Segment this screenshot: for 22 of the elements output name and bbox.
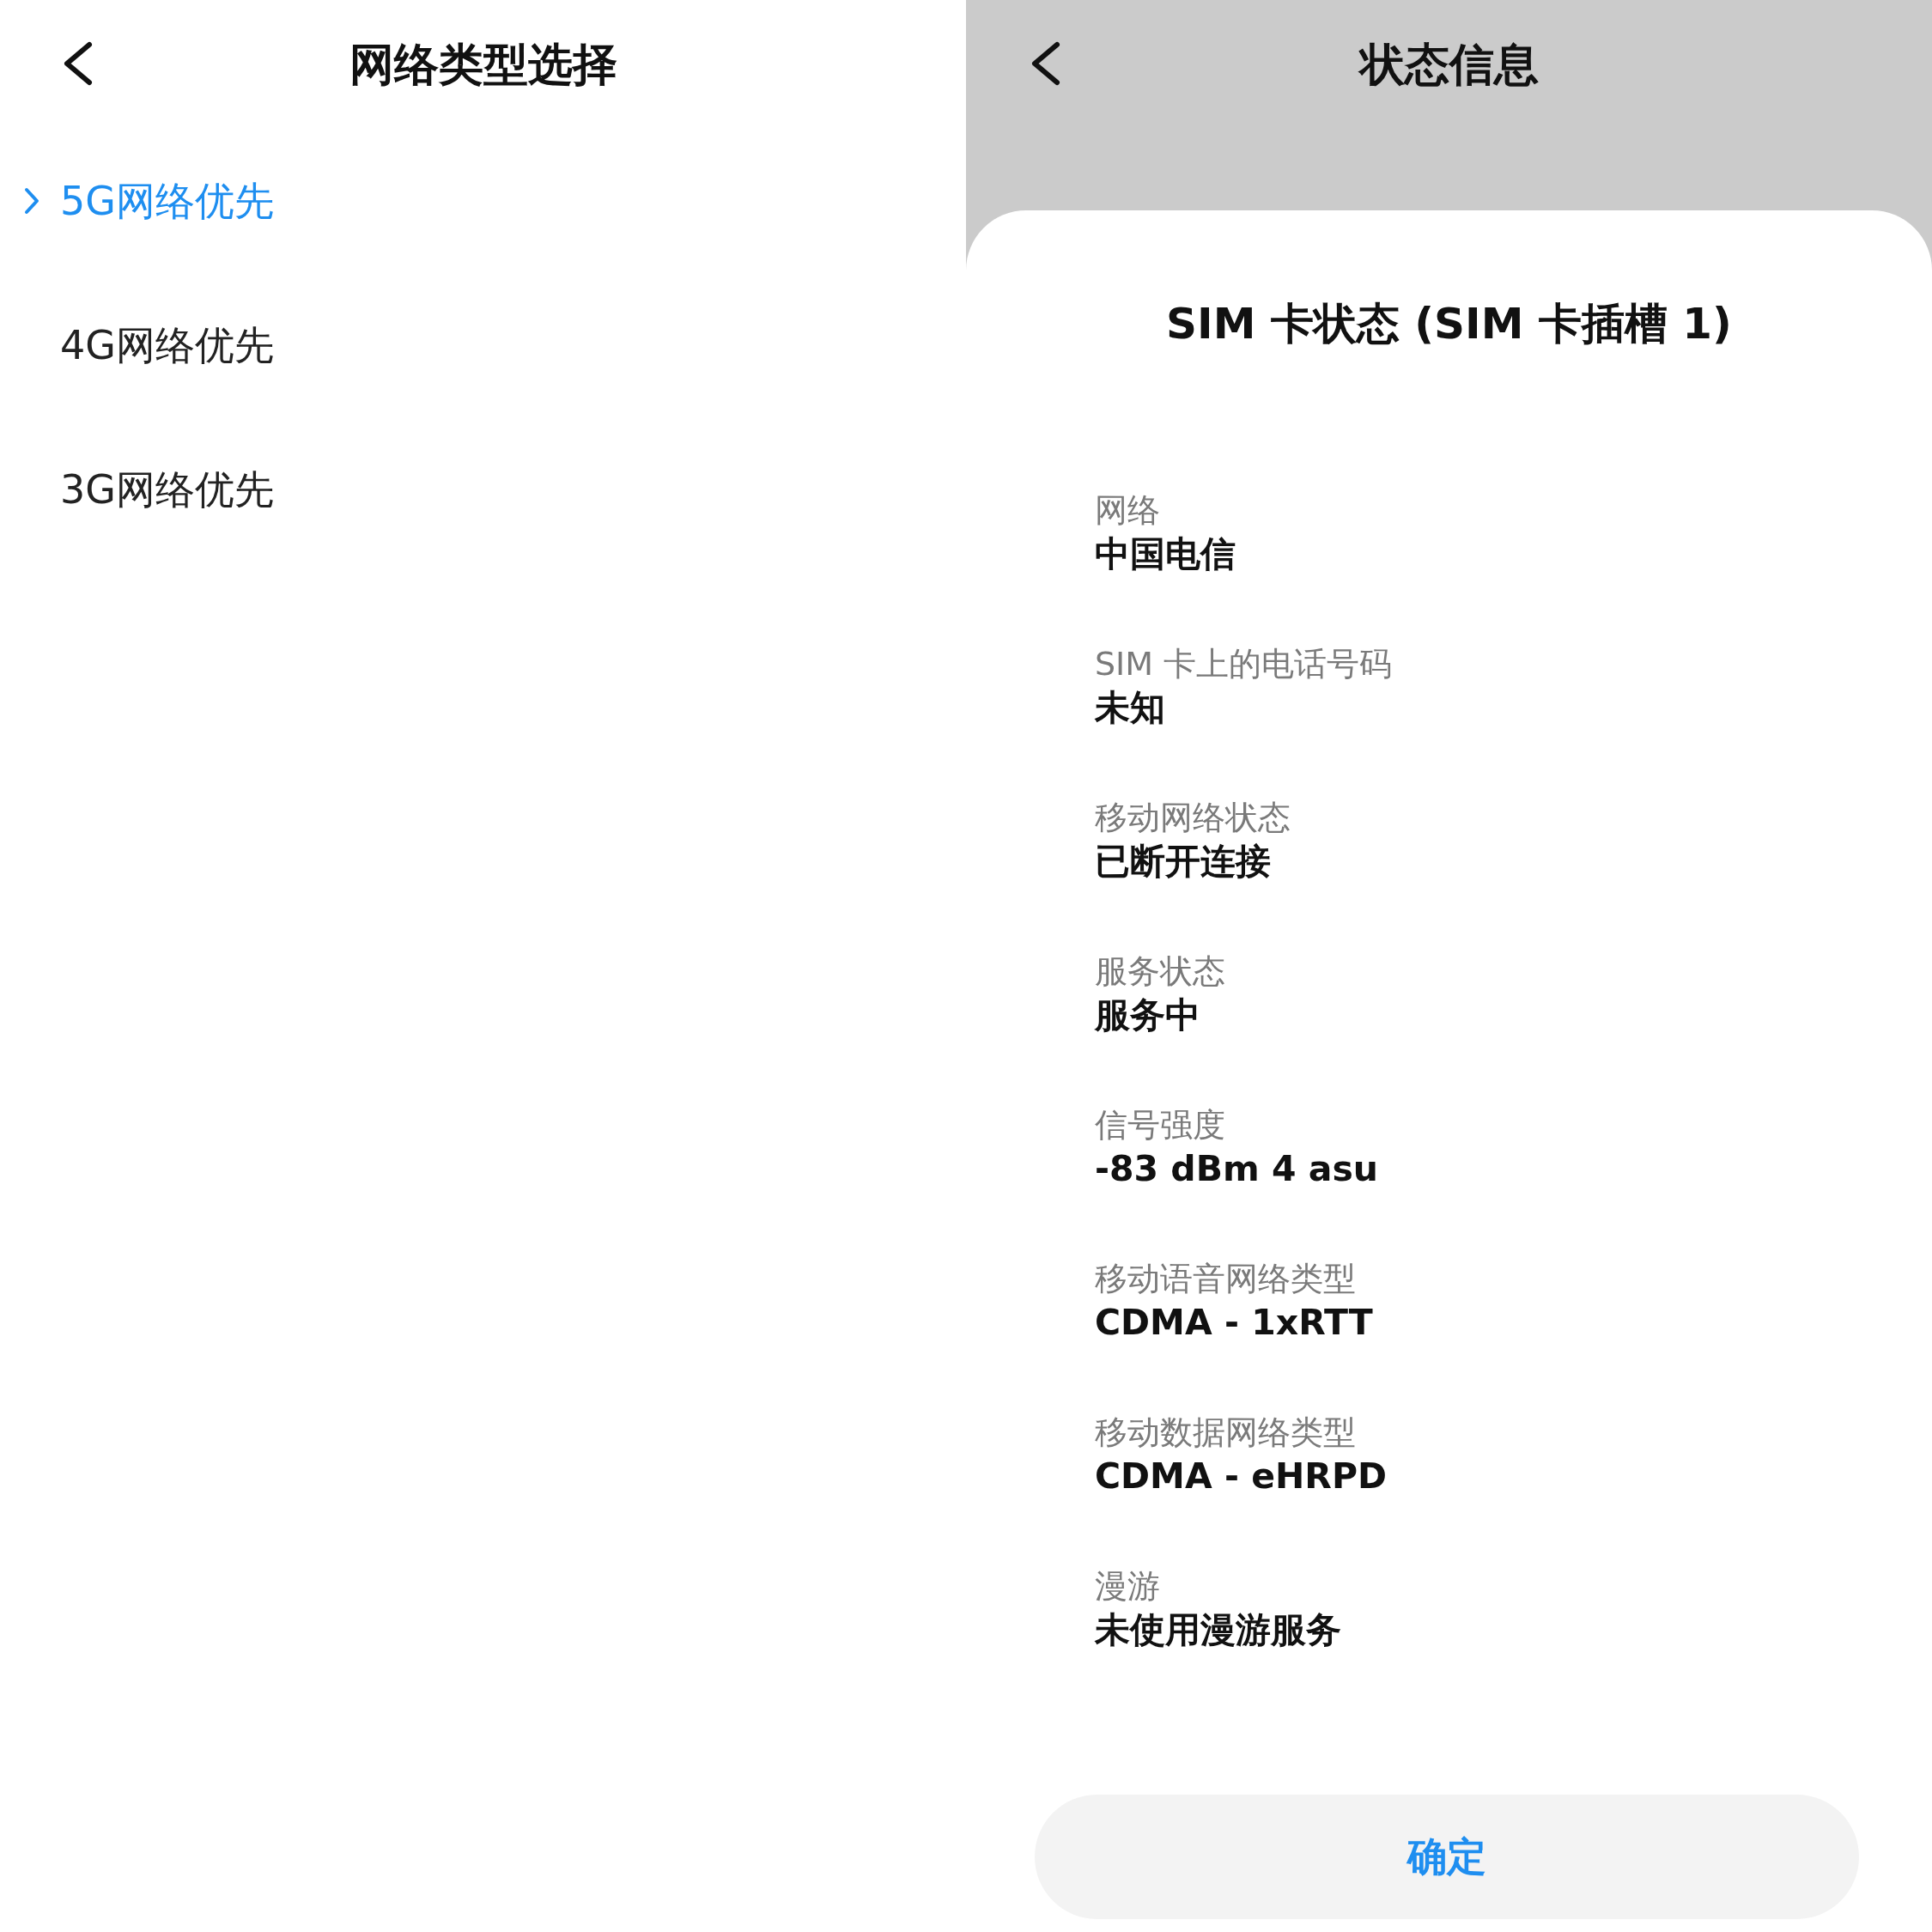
field-label: 漫游 — [1095, 1566, 1161, 1607]
field-value: 已断开连接 — [1095, 840, 1272, 884]
field-value: -83 dBm 4 asu — [1095, 1147, 1379, 1192]
field-value: 服务中 — [1095, 993, 1201, 1038]
screen-title: 状态信息 — [1357, 37, 1540, 92]
field-label: 移动网络状态 — [1095, 798, 1291, 838]
field-label: 移动语音网络类型 — [1095, 1259, 1357, 1299]
network-option[interactable]: 4G网络优先 — [0, 273, 966, 417]
field-value: CDMA - 1xRTT — [1095, 1301, 1374, 1346]
field-label: SIM 卡上的电话号码 — [1095, 644, 1394, 684]
field-value: 中国电信 — [1095, 532, 1236, 577]
field-value: CDMA - eHRPD — [1095, 1455, 1388, 1499]
field-label: 信号强度 — [1095, 1105, 1226, 1145]
field-label: 移动数据网络类型 — [1095, 1413, 1357, 1453]
screen-title: 网络类型选择 — [348, 37, 618, 92]
field-label: 服务状态 — [1095, 951, 1226, 992]
network-option[interactable]: 3G网络优先 — [0, 417, 966, 562]
sheet-title: SIM 卡状态 (SIM 卡插槽 1) — [1165, 298, 1733, 350]
chevron-icon — [24, 187, 39, 215]
field-label: 网络 — [1095, 490, 1161, 531]
field-value: 未知 — [1095, 686, 1166, 731]
field-value: 未使用漫游服务 — [1095, 1608, 1342, 1653]
